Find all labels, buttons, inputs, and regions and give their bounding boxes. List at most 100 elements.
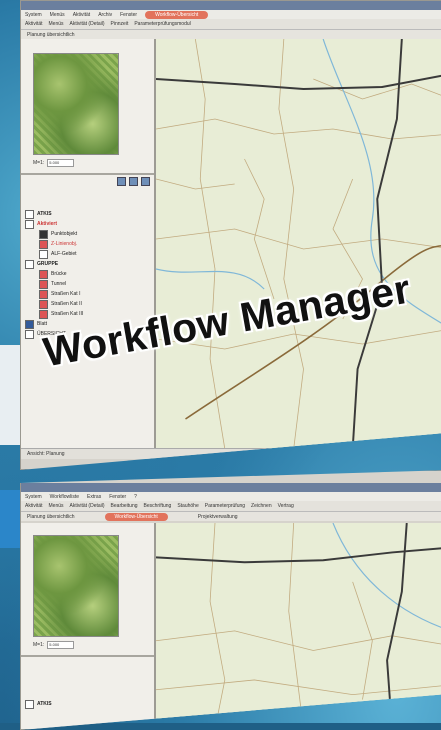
- toolbar-item[interactable]: Aktivität: [25, 21, 43, 27]
- workflow-button[interactable]: Workflow-Übersicht: [104, 512, 168, 521]
- toolbar-item[interactable]: Menüs: [49, 503, 64, 509]
- tree-row[interactable]: Brücke: [25, 269, 83, 279]
- tree-row[interactable]: Punktobjekt: [25, 229, 83, 239]
- panel-divider: [21, 655, 154, 657]
- tree-row[interactable]: Tunnel: [25, 279, 83, 289]
- panel-divider: [21, 173, 154, 175]
- layer-tree: ATKIS: [25, 699, 52, 709]
- point-layer-icon: [39, 229, 48, 239]
- sub-toolbar: Planung übersichtlich: [21, 30, 441, 39]
- layer-tool-icon[interactable]: [117, 177, 126, 186]
- expand-icon[interactable]: [25, 219, 34, 229]
- toolbar-item[interactable]: Aktivität: [25, 503, 43, 509]
- left-panel: M=1: 5.000 ATKIS Aktiviert Punktobjekt Z…: [21, 39, 156, 449]
- map-view[interactable]: [156, 39, 441, 449]
- menu-item[interactable]: Extras: [87, 494, 101, 500]
- menu-item[interactable]: Fenster: [120, 12, 137, 18]
- menu-item[interactable]: Fenster: [109, 494, 126, 500]
- toolbar-item[interactable]: Parameterprüfungsmodul: [134, 21, 190, 27]
- layer-tool-icon[interactable]: [141, 177, 150, 186]
- tree-label: Straßen Kat I: [51, 291, 81, 297]
- bottom-application-window: System Workflowliste Extras Fenster ? Ak…: [20, 470, 441, 730]
- sub-toolbar-label: Planung übersichtlich: [27, 513, 75, 520]
- menu-item[interactable]: System: [25, 494, 42, 500]
- tree-row[interactable]: Straßen Kat I: [25, 289, 83, 299]
- expand-icon[interactable]: [25, 259, 34, 269]
- tree-label: Aktiviert: [37, 221, 58, 227]
- zoom-label: M=1:: [33, 642, 45, 648]
- tree-label: Brücke: [51, 271, 67, 277]
- toolbar-item[interactable]: Parameterprüfung: [205, 503, 245, 509]
- tree-row[interactable]: GRUPPE: [25, 259, 83, 269]
- toolbar-item[interactable]: Stauhöhe: [177, 503, 198, 509]
- project-label[interactable]: Projektverwaltung: [198, 514, 238, 520]
- tree-label: Tunnel: [51, 281, 67, 287]
- overview-map-thumbnail[interactable]: [33, 535, 119, 637]
- tree-label: Straßen Kat II: [51, 301, 82, 307]
- toolbar-item[interactable]: Beschriftung: [144, 503, 172, 509]
- background-window-edge: [0, 490, 20, 548]
- title-bar: [21, 1, 441, 10]
- menu-item[interactable]: System: [25, 12, 42, 18]
- menu-item[interactable]: ?: [134, 494, 137, 500]
- line-layer-icon: [39, 309, 48, 319]
- toolbar-item[interactable]: Aktivität (Detail): [70, 21, 105, 27]
- sub-toolbar: Planung übersichtlich Workflow-Übersicht…: [21, 512, 441, 521]
- toolbar: Aktivität Menüs Aktivität (Detail) Bearb…: [21, 501, 441, 512]
- menu-bar: System Workflowliste Extras Fenster ?: [21, 492, 441, 501]
- menu-item[interactable]: Aktivität: [73, 12, 91, 18]
- tree-label: Z-Linienobj.: [51, 241, 78, 247]
- tree-label: GRUPPE: [37, 261, 59, 267]
- tree-label: Punktobjekt: [51, 231, 78, 237]
- layer-tool-icon[interactable]: [129, 177, 138, 186]
- menu-item[interactable]: Archiv: [98, 12, 112, 18]
- toolbar-item[interactable]: Pinnzeit: [111, 21, 129, 27]
- toolbar: Aktivität Menüs Aktivität (Detail) Pinnz…: [21, 19, 441, 30]
- line-layer-icon: [39, 279, 48, 289]
- toolbar-item[interactable]: Zeichnen: [251, 503, 272, 509]
- map-view[interactable]: [156, 523, 441, 729]
- tree-label: ATKIS: [37, 701, 52, 707]
- tree-label: Straßen Kat III: [51, 311, 84, 317]
- layer-toolbar: [117, 177, 150, 186]
- line-layer-icon: [39, 269, 48, 279]
- top-application-window: System Menüs Aktivität Archiv Fenster Wo…: [20, 0, 441, 470]
- overview-map-thumbnail[interactable]: [33, 53, 119, 155]
- toolbar-item[interactable]: Menüs: [49, 21, 64, 27]
- layer-tree: ATKIS Aktiviert Punktobjekt Z-Linienobj.…: [25, 209, 83, 339]
- zoom-label: M=1:: [33, 160, 45, 166]
- map-canvas[interactable]: [156, 39, 441, 449]
- tree-row[interactable]: Z-Linienobj.: [25, 239, 83, 249]
- tree-label: Blatt: [37, 321, 48, 327]
- sheet-layer-icon: [25, 319, 34, 329]
- expand-icon[interactable]: [25, 329, 34, 339]
- map-canvas[interactable]: [156, 523, 441, 729]
- title-bar: [21, 483, 441, 492]
- toolbar-item[interactable]: Bearbeitung: [111, 503, 138, 509]
- zoom-input[interactable]: 5.000: [47, 641, 75, 649]
- line-layer-icon: [39, 239, 48, 249]
- zoom-row: M=1: 5.000: [33, 159, 75, 167]
- menu-item[interactable]: Menüs: [50, 12, 65, 18]
- tree-row[interactable]: Straßen Kat III: [25, 309, 83, 319]
- background-window-edge: [0, 345, 20, 445]
- menu-item[interactable]: Workflowliste: [50, 494, 79, 500]
- area-layer-icon: [39, 249, 48, 259]
- line-layer-icon: [39, 289, 48, 299]
- zoom-row: M=1: 5.000: [33, 641, 75, 649]
- line-layer-icon: [39, 299, 48, 309]
- tree-row[interactable]: ATKIS: [25, 699, 52, 709]
- menu-bar: System Menüs Aktivität Archiv Fenster Wo…: [21, 10, 441, 19]
- tree-row[interactable]: ATKIS: [25, 209, 83, 219]
- tree-row[interactable]: ALF-Gebiet: [25, 249, 83, 259]
- expand-icon[interactable]: [25, 699, 34, 709]
- zoom-input[interactable]: 5.000: [47, 159, 75, 167]
- tree-label: ATKIS: [37, 211, 52, 217]
- workflow-button[interactable]: Workflow-Übersicht: [145, 10, 209, 19]
- toolbar-item[interactable]: Vertrag: [278, 503, 294, 509]
- tree-row[interactable]: Straßen Kat II: [25, 299, 83, 309]
- expand-icon[interactable]: [25, 209, 34, 219]
- tree-row[interactable]: Aktiviert: [25, 219, 83, 229]
- toolbar-item[interactable]: Aktivität (Detail): [70, 503, 105, 509]
- left-panel: M=1: 5.000 ATKIS: [21, 523, 156, 729]
